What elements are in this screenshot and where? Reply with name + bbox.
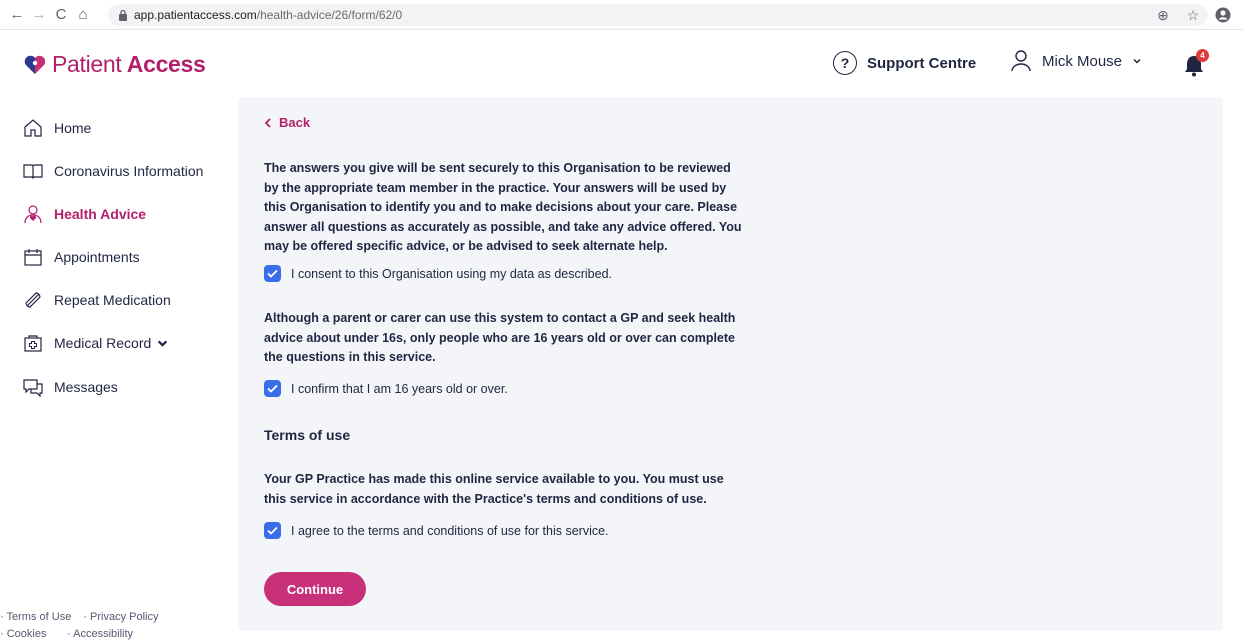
medical-record-icon: [24, 335, 42, 352]
consent-checkbox-row[interactable]: I consent to this Organisation using my …: [264, 265, 612, 282]
sidebar-item-health-advice[interactable]: Health Advice: [23, 204, 146, 224]
sidebar-item-repeat-medication[interactable]: Repeat Medication: [23, 290, 171, 310]
house-icon: [24, 119, 42, 137]
app-header: Patient Access ? Support Centre Mick Mou…: [0, 31, 1243, 97]
home-icon[interactable]: ⌂: [72, 4, 94, 26]
terms-of-use-link[interactable]: · Terms of Use: [0, 609, 71, 626]
logo-text-sub: Access: [126, 51, 206, 77]
sidebar-item-label: Repeat Medication: [54, 292, 171, 308]
sidebar-item-home[interactable]: Home: [23, 118, 91, 138]
accessibility-link[interactable]: · Accessibility: [67, 626, 133, 643]
messages-icon: [23, 379, 43, 397]
sidebar-item-label: Coronavirus Information: [54, 163, 204, 179]
notifications-button[interactable]: 4: [1183, 49, 1209, 77]
user-menu[interactable]: Mick Mouse: [1010, 49, 1142, 73]
terms-checkbox[interactable]: [264, 522, 281, 539]
chevron-down-icon: [158, 340, 168, 347]
terms-label: I agree to the terms and conditions of u…: [291, 523, 609, 538]
user-icon: [1011, 50, 1031, 72]
browser-toolbar: ← → C ⌂ app.patientaccess.com/health-adv…: [0, 0, 1243, 30]
cookies-link[interactable]: · Cookies: [0, 626, 55, 643]
age-checkbox-row[interactable]: I confirm that I am 16 years old or over…: [264, 380, 508, 397]
sidebar-item-medical-record[interactable]: Medical Record: [23, 333, 168, 353]
browser-back-icon[interactable]: ←: [6, 4, 28, 26]
browser-forward-icon[interactable]: →: [28, 4, 50, 26]
sidebar-item-appointments[interactable]: Appointments: [23, 247, 140, 267]
consent-label: I consent to this Organisation using my …: [291, 266, 613, 281]
footer-links: · Terms of Use · Privacy Policy · Cookie…: [0, 609, 159, 643]
age-paragraph: Although a parent or carer can use this …: [264, 311, 736, 364]
intro-paragraph: The answers you give will be sent secure…: [264, 161, 742, 253]
terms-paragraph: Your GP Practice has made this online se…: [264, 472, 724, 506]
back-label: Back: [279, 115, 311, 130]
url-path: /health-advice/26/form/62/0: [256, 8, 403, 22]
support-centre-link[interactable]: ? Support Centre: [833, 51, 976, 75]
health-advice-icon: [24, 205, 42, 224]
continue-button[interactable]: Continue: [264, 572, 366, 606]
star-icon[interactable]: ☆: [1183, 5, 1203, 25]
privacy-policy-link[interactable]: · Privacy Policy: [83, 609, 158, 626]
calendar-icon: [24, 249, 42, 266]
sidebar-item-label: Appointments: [54, 249, 140, 265]
help-icon: ?: [833, 51, 857, 75]
checkmark-icon: [267, 526, 278, 535]
zoom-icon[interactable]: ⊕: [1153, 5, 1173, 25]
sidebar-item-label: Medical Record: [54, 335, 152, 351]
consent-checkbox[interactable]: [264, 265, 281, 282]
main-panel: Back The answers you give will be sent s…: [238, 97, 1223, 631]
chevron-left-icon: [264, 117, 271, 128]
sidebar: Home Coronavirus Information Health Advi…: [0, 97, 238, 641]
age-label: I confirm that I am 16 years old or over…: [291, 381, 508, 396]
profile-icon[interactable]: [1213, 5, 1233, 25]
age-checkbox[interactable]: [264, 380, 281, 397]
terms-checkbox-row[interactable]: I agree to the terms and conditions of u…: [264, 522, 609, 539]
sidebar-item-label: Messages: [54, 379, 118, 395]
address-bar[interactable]: app.patientaccess.com/health-advice/26/f…: [108, 4, 1208, 26]
back-link[interactable]: Back: [264, 115, 310, 130]
sidebar-item-messages[interactable]: Messages: [23, 377, 118, 397]
lock-icon: [119, 9, 127, 21]
user-name: Mick Mouse: [1042, 52, 1123, 70]
notification-badge: 4: [1196, 49, 1209, 62]
checkmark-icon: [267, 269, 278, 278]
support-label: Support Centre: [867, 54, 977, 72]
url-host: app.patientaccess.com: [134, 8, 257, 22]
logo-text-main: Patient: [52, 51, 122, 77]
checkmark-icon: [267, 384, 278, 393]
sidebar-item-label: Health Advice: [54, 206, 147, 222]
patient-access-logo[interactable]: Patient Access: [24, 51, 206, 78]
sidebar-item-label: Home: [54, 120, 92, 136]
reload-icon[interactable]: C: [50, 4, 72, 26]
chevron-down-icon: [1133, 58, 1141, 64]
pill-icon: [25, 292, 41, 308]
book-icon: [23, 164, 43, 179]
sidebar-item-coronavirus[interactable]: Coronavirus Information: [23, 161, 203, 181]
terms-heading: Terms of use: [264, 427, 351, 443]
heart-logo-icon: [24, 55, 46, 74]
